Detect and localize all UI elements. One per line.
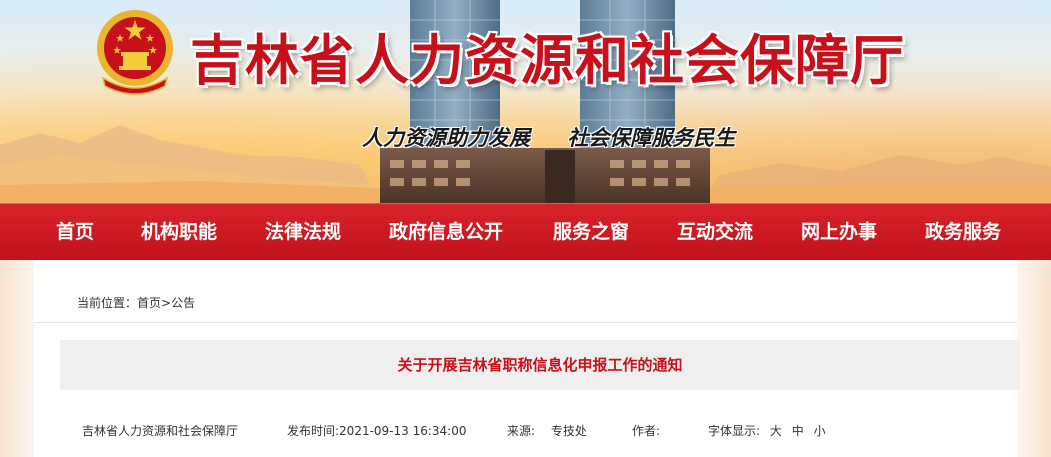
breadcrumb-separator: > [161, 296, 172, 310]
publish-label: 发布时间: [287, 424, 340, 438]
article-author: 作者: [632, 422, 660, 439]
author-label: 作者: [632, 424, 661, 438]
breadcrumb-prefix: 当前位置： [77, 296, 138, 310]
header-banner: 吉林省人力资源和社会保障厅 人力资源助力发展 社会保障服务民生 [0, 0, 1051, 205]
main-nav: 首页 机构职能 法律法规 政府信息公开 服务之窗 互动交流 网上办事 政务服务 [0, 203, 1051, 260]
nav-item-service[interactable]: 服务之窗 [553, 204, 629, 261]
site-title: 吉林省人力资源和社会保障厅 [190, 28, 905, 92]
nav-item-org[interactable]: 机构职能 [141, 204, 217, 261]
article-department: 吉林省人力资源和社会保障厅 [82, 424, 239, 438]
nav-item-laws[interactable]: 法律法规 [265, 204, 341, 261]
source-label: 来源: [507, 424, 536, 438]
nav-item-online[interactable]: 网上办事 [801, 204, 877, 261]
nav-item-interaction[interactable]: 互动交流 [677, 204, 753, 261]
font-size-switcher: 字体显示: 大 中 小 [708, 422, 826, 439]
font-size-label: 字体显示: [708, 424, 761, 438]
breadcrumb: 当前位置：首页>公告 [34, 283, 1017, 323]
font-size-large[interactable]: 大 [770, 424, 782, 438]
nav-item-home[interactable]: 首页 [56, 204, 94, 261]
article-title-bar: 关于开展吉林省职称信息化申报工作的通知 [60, 340, 1020, 390]
national-emblem-icon [95, 6, 175, 98]
article-source: 来源: 专技处 [507, 422, 587, 439]
slogan-right: 社会保障服务民生 [567, 125, 736, 150]
site-slogan: 人力资源助力发展 社会保障服务民生 [362, 122, 735, 152]
nav-item-gov-info[interactable]: 政府信息公开 [389, 204, 503, 261]
publish-time-value: 2021-09-13 16:34:00 [339, 424, 467, 438]
breadcrumb-current-link[interactable]: 公告 [171, 296, 195, 310]
nav-item-gov-service[interactable]: 政务服务 [925, 204, 1001, 261]
source-value: 专技处 [550, 424, 587, 438]
article-title: 关于开展吉林省职称信息化申报工作的通知 [397, 356, 683, 374]
font-size-medium[interactable]: 中 [792, 424, 804, 438]
article-publish-time: 发布时间:2021-09-13 16:34:00 [287, 422, 467, 439]
font-size-small[interactable]: 小 [814, 424, 826, 438]
slogan-left: 人力资源助力发展 [362, 125, 530, 150]
breadcrumb-home-link[interactable]: 首页 [137, 296, 161, 310]
